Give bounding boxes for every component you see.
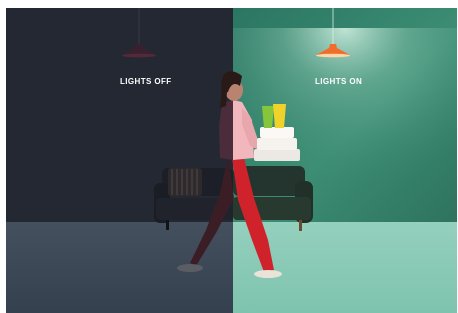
green-cup [262,106,274,128]
lights-comparison-scene: LIGHTS OFF LIGHTS ON [6,8,457,313]
striped-cushion [168,168,202,196]
yellow-cup [273,104,286,128]
front-shoe [254,270,282,278]
back-shoe [177,264,203,272]
box-top [260,127,294,138]
box-bottom [254,149,300,161]
lights-off-label: LIGHTS OFF [120,77,172,86]
box-middle [257,138,297,150]
scene-illustration [6,8,457,313]
lights-on-label: LIGHTS ON [315,77,363,86]
